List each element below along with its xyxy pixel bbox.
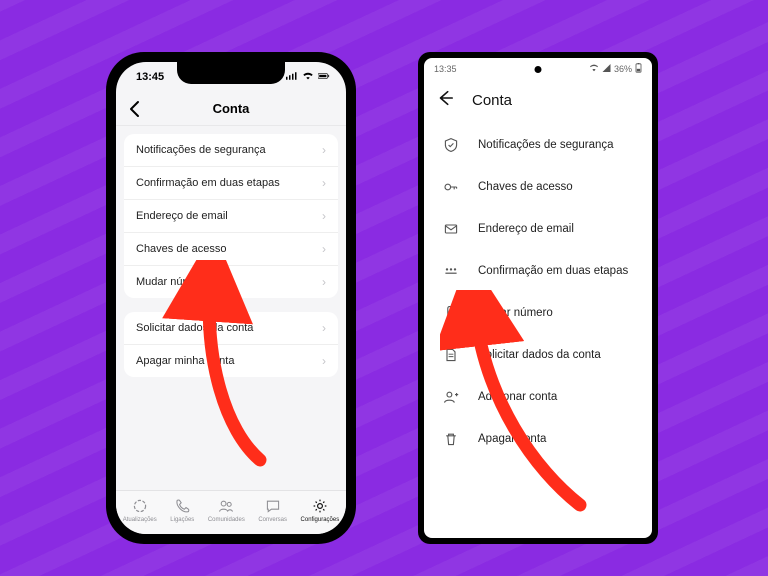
android-camera-hole: [535, 66, 542, 73]
tab-calls[interactable]: Ligações: [170, 498, 194, 523]
person-add-icon: [442, 388, 460, 406]
battery-icon: [635, 63, 642, 75]
wifi-icon: [302, 71, 314, 84]
document-icon: [442, 346, 460, 364]
gear-icon: [312, 498, 328, 516]
chat-icon: [265, 498, 281, 516]
android-device: 13:35 36% Conta Notificações de seguranç…: [418, 52, 658, 544]
row-label: Notificações de segurança: [478, 139, 614, 151]
page-title: Conta: [213, 101, 250, 116]
chevron-right-icon: ›: [322, 143, 326, 157]
ios-settings-group-1: Notificações de segurança › Confirmação e…: [124, 134, 338, 298]
row-label: Apagar minha conta: [136, 355, 234, 367]
android-nav-header: Conta: [424, 80, 652, 120]
key-icon: [442, 178, 460, 196]
ios-settings-group-2: Solicitar dados da conta › Apagar minha c…: [124, 312, 338, 377]
row-change-number[interactable]: Mudar número: [424, 292, 652, 334]
shield-icon: [442, 136, 460, 154]
row-email[interactable]: Endereço de email: [424, 208, 652, 250]
android-settings-list: Notificações de segurança Chaves de aces…: [424, 120, 652, 464]
row-request-data[interactable]: Solicitar dados da conta: [424, 334, 652, 376]
row-label: Solicitar dados da conta: [136, 322, 253, 334]
chevron-right-icon: ›: [322, 275, 326, 289]
row-label: Adicionar conta: [478, 391, 557, 403]
tab-label: Ligações: [170, 517, 194, 523]
people-icon: [218, 498, 234, 516]
tab-updates[interactable]: Atualizações: [123, 498, 157, 523]
row-label: Notificações de segurança: [136, 144, 266, 156]
pin-dots-icon: [442, 262, 460, 280]
row-label: Chaves de acesso: [136, 243, 227, 255]
back-button[interactable]: [126, 100, 144, 118]
mail-icon: [442, 220, 460, 238]
iphone-screen: 13:45 Conta Notificações de segur: [116, 62, 346, 534]
back-button[interactable]: [436, 89, 454, 111]
row-label: Confirmação em duas etapas: [136, 177, 280, 189]
tab-communities[interactable]: Comunidades: [208, 498, 245, 523]
row-request-data[interactable]: Solicitar dados da conta ›: [124, 312, 338, 345]
chevron-right-icon: ›: [322, 209, 326, 223]
battery-icon: [318, 71, 330, 84]
row-label: Confirmação em duas etapas: [478, 265, 628, 277]
battery-text: 36%: [614, 64, 632, 74]
iphone-device: 13:45 Conta Notificações de segur: [106, 52, 356, 544]
row-add-account[interactable]: Adicionar conta: [424, 376, 652, 418]
row-two-step[interactable]: Confirmação em duas etapas ›: [124, 167, 338, 200]
android-time: 13:35: [434, 64, 457, 74]
phone-settings-icon: [442, 304, 460, 322]
row-security-notifications[interactable]: Notificações de segurança ›: [124, 134, 338, 167]
row-delete-account[interactable]: Apagar minha conta ›: [124, 345, 338, 377]
row-passkeys[interactable]: Chaves de acesso: [424, 166, 652, 208]
tab-label: Conversas: [258, 517, 287, 523]
row-email[interactable]: Endereço de email ›: [124, 200, 338, 233]
page-title: Conta: [472, 92, 512, 109]
ios-content: Notificações de segurança › Confirmação e…: [116, 126, 346, 399]
trash-icon: [442, 430, 460, 448]
ios-nav-header: Conta: [116, 92, 346, 126]
row-label: Mudar número: [136, 276, 208, 288]
row-two-step[interactable]: Confirmação em duas etapas: [424, 250, 652, 292]
tab-label: Atualizações: [123, 517, 157, 523]
signal-icon: [286, 71, 298, 84]
row-passkeys[interactable]: Chaves de acesso ›: [124, 233, 338, 266]
ios-tab-bar: Atualizações Ligações Comunidades Conver…: [116, 490, 346, 534]
row-delete-account[interactable]: Apagar conta: [424, 418, 652, 460]
phone-icon: [174, 498, 190, 516]
iphone-notch: [177, 62, 285, 84]
ios-time: 13:45: [136, 71, 164, 83]
row-label: Endereço de email: [478, 223, 574, 235]
tab-settings[interactable]: Configurações: [301, 498, 340, 523]
row-security-notifications[interactable]: Notificações de segurança: [424, 124, 652, 166]
row-label: Endereço de email: [136, 210, 228, 222]
row-label: Solicitar dados da conta: [478, 349, 601, 361]
row-label: Mudar número: [478, 307, 553, 319]
chevron-right-icon: ›: [322, 176, 326, 190]
tab-label: Comunidades: [208, 517, 245, 523]
chevron-right-icon: ›: [322, 354, 326, 368]
chevron-right-icon: ›: [322, 242, 326, 256]
row-change-number[interactable]: Mudar número ›: [124, 266, 338, 298]
android-screen: 13:35 36% Conta Notificações de seguranç…: [424, 58, 652, 538]
row-label: Apagar conta: [478, 433, 546, 445]
wifi-icon: [589, 64, 599, 74]
signal-icon: [602, 64, 611, 74]
status-circle-icon: [132, 498, 148, 516]
tab-chats[interactable]: Conversas: [258, 498, 287, 523]
row-label: Chaves de acesso: [478, 181, 573, 193]
chevron-right-icon: ›: [322, 321, 326, 335]
tab-label: Configurações: [301, 517, 340, 523]
